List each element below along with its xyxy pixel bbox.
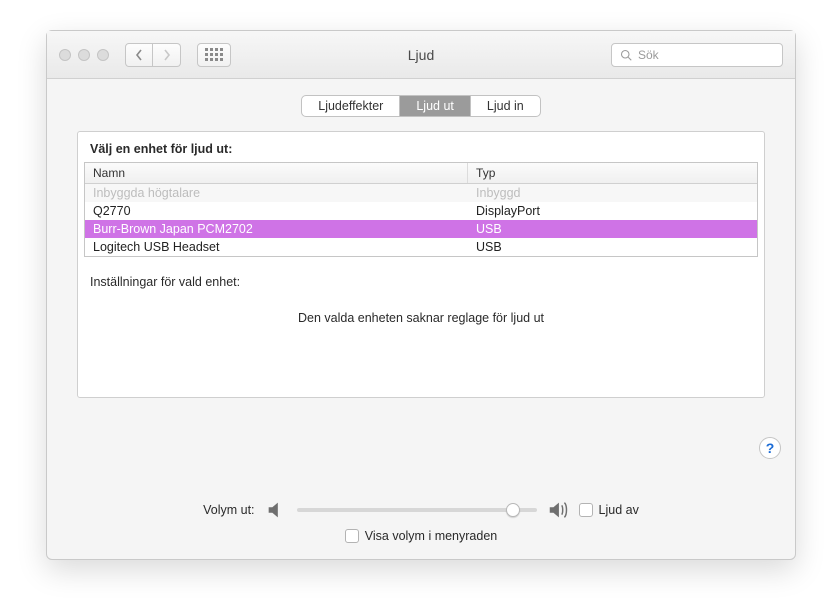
menubar-label: Visa volym i menyraden [365, 529, 497, 543]
show-in-menubar-checkbox[interactable]: Visa volym i menyraden [345, 529, 497, 543]
speaker-low-icon [265, 499, 287, 521]
slider-knob[interactable] [506, 503, 520, 517]
window-controls [59, 49, 115, 61]
volume-slider[interactable] [297, 502, 537, 518]
table-row[interactable]: Inbyggda högtalare Inbyggd [85, 184, 757, 202]
checkbox-box [345, 529, 359, 543]
forward-button[interactable] [153, 43, 181, 67]
tab-output[interactable]: Ljud ut [400, 96, 471, 116]
mute-label: Ljud av [599, 503, 639, 517]
table-row[interactable]: Q2770 DisplayPort [85, 202, 757, 220]
checkbox-box [579, 503, 593, 517]
help-icon: ? [766, 440, 775, 456]
volume-label: Volym ut: [203, 503, 254, 517]
nav-group [125, 43, 181, 67]
device-name: Logitech USB Headset [85, 238, 468, 256]
settings-label: Inställningar för vald enhet: [90, 275, 752, 289]
content-area: Ljudeffekter Ljud ut Ljud in Välj en enh… [47, 79, 795, 559]
speaker-high-icon [547, 499, 569, 521]
volume-row: Volym ut: Ljud av [203, 499, 639, 521]
tab-effects[interactable]: Ljudeffekter [302, 96, 400, 116]
device-type: USB [468, 238, 757, 256]
help-button[interactable]: ? [759, 437, 781, 459]
device-type: USB [468, 220, 757, 238]
show-all-button[interactable] [197, 43, 231, 67]
mute-checkbox[interactable]: Ljud av [579, 503, 639, 517]
device-name: Inbyggda högtalare [85, 184, 468, 202]
chevron-left-icon [135, 49, 143, 61]
slider-track [297, 508, 537, 512]
device-table: Namn Typ Inbyggda högtalare Inbyggd Q277… [84, 162, 758, 257]
search-placeholder: Sök [638, 48, 659, 62]
zoom-icon[interactable] [97, 49, 109, 61]
search-input[interactable]: Sök [611, 43, 783, 67]
device-name: Q2770 [85, 202, 468, 220]
back-button[interactable] [125, 43, 153, 67]
device-name: Burr-Brown Japan PCM2702 [85, 220, 468, 238]
titlebar: Ljud Sök [47, 31, 795, 79]
search-icon [620, 49, 632, 61]
close-icon[interactable] [59, 49, 71, 61]
col-type[interactable]: Typ [468, 163, 757, 183]
footer: Volym ut: Ljud av Visa volym i m [47, 499, 795, 543]
device-type: Inbyggd [468, 184, 757, 202]
tab-input[interactable]: Ljud in [471, 96, 540, 116]
table-row[interactable]: Logitech USB Headset USB [85, 238, 757, 256]
window-title: Ljud [241, 47, 601, 63]
device-type: DisplayPort [468, 202, 757, 220]
tab-segment: Ljudeffekter Ljud ut Ljud in [301, 95, 540, 117]
col-name[interactable]: Namn [85, 163, 468, 183]
grid-icon [205, 48, 223, 61]
table-header: Namn Typ [85, 163, 757, 184]
table-body: Inbyggda högtalare Inbyggd Q2770 Display… [85, 184, 757, 256]
chevron-right-icon [163, 49, 171, 61]
no-controls-message: Den valda enheten saknar reglage för lju… [90, 311, 752, 325]
output-panel: Välj en enhet för ljud ut: Namn Typ Inby… [77, 131, 765, 398]
device-settings: Inställningar för vald enhet: Den valda … [78, 263, 764, 397]
preferences-window: Ljud Sök Ljudeffekter Ljud ut Ljud in Vä… [46, 30, 796, 560]
tab-bar: Ljudeffekter Ljud ut Ljud in [77, 95, 765, 117]
table-row[interactable]: Burr-Brown Japan PCM2702 USB [85, 220, 757, 238]
minimize-icon[interactable] [78, 49, 90, 61]
device-list-heading: Välj en enhet för ljud ut: [78, 142, 764, 162]
